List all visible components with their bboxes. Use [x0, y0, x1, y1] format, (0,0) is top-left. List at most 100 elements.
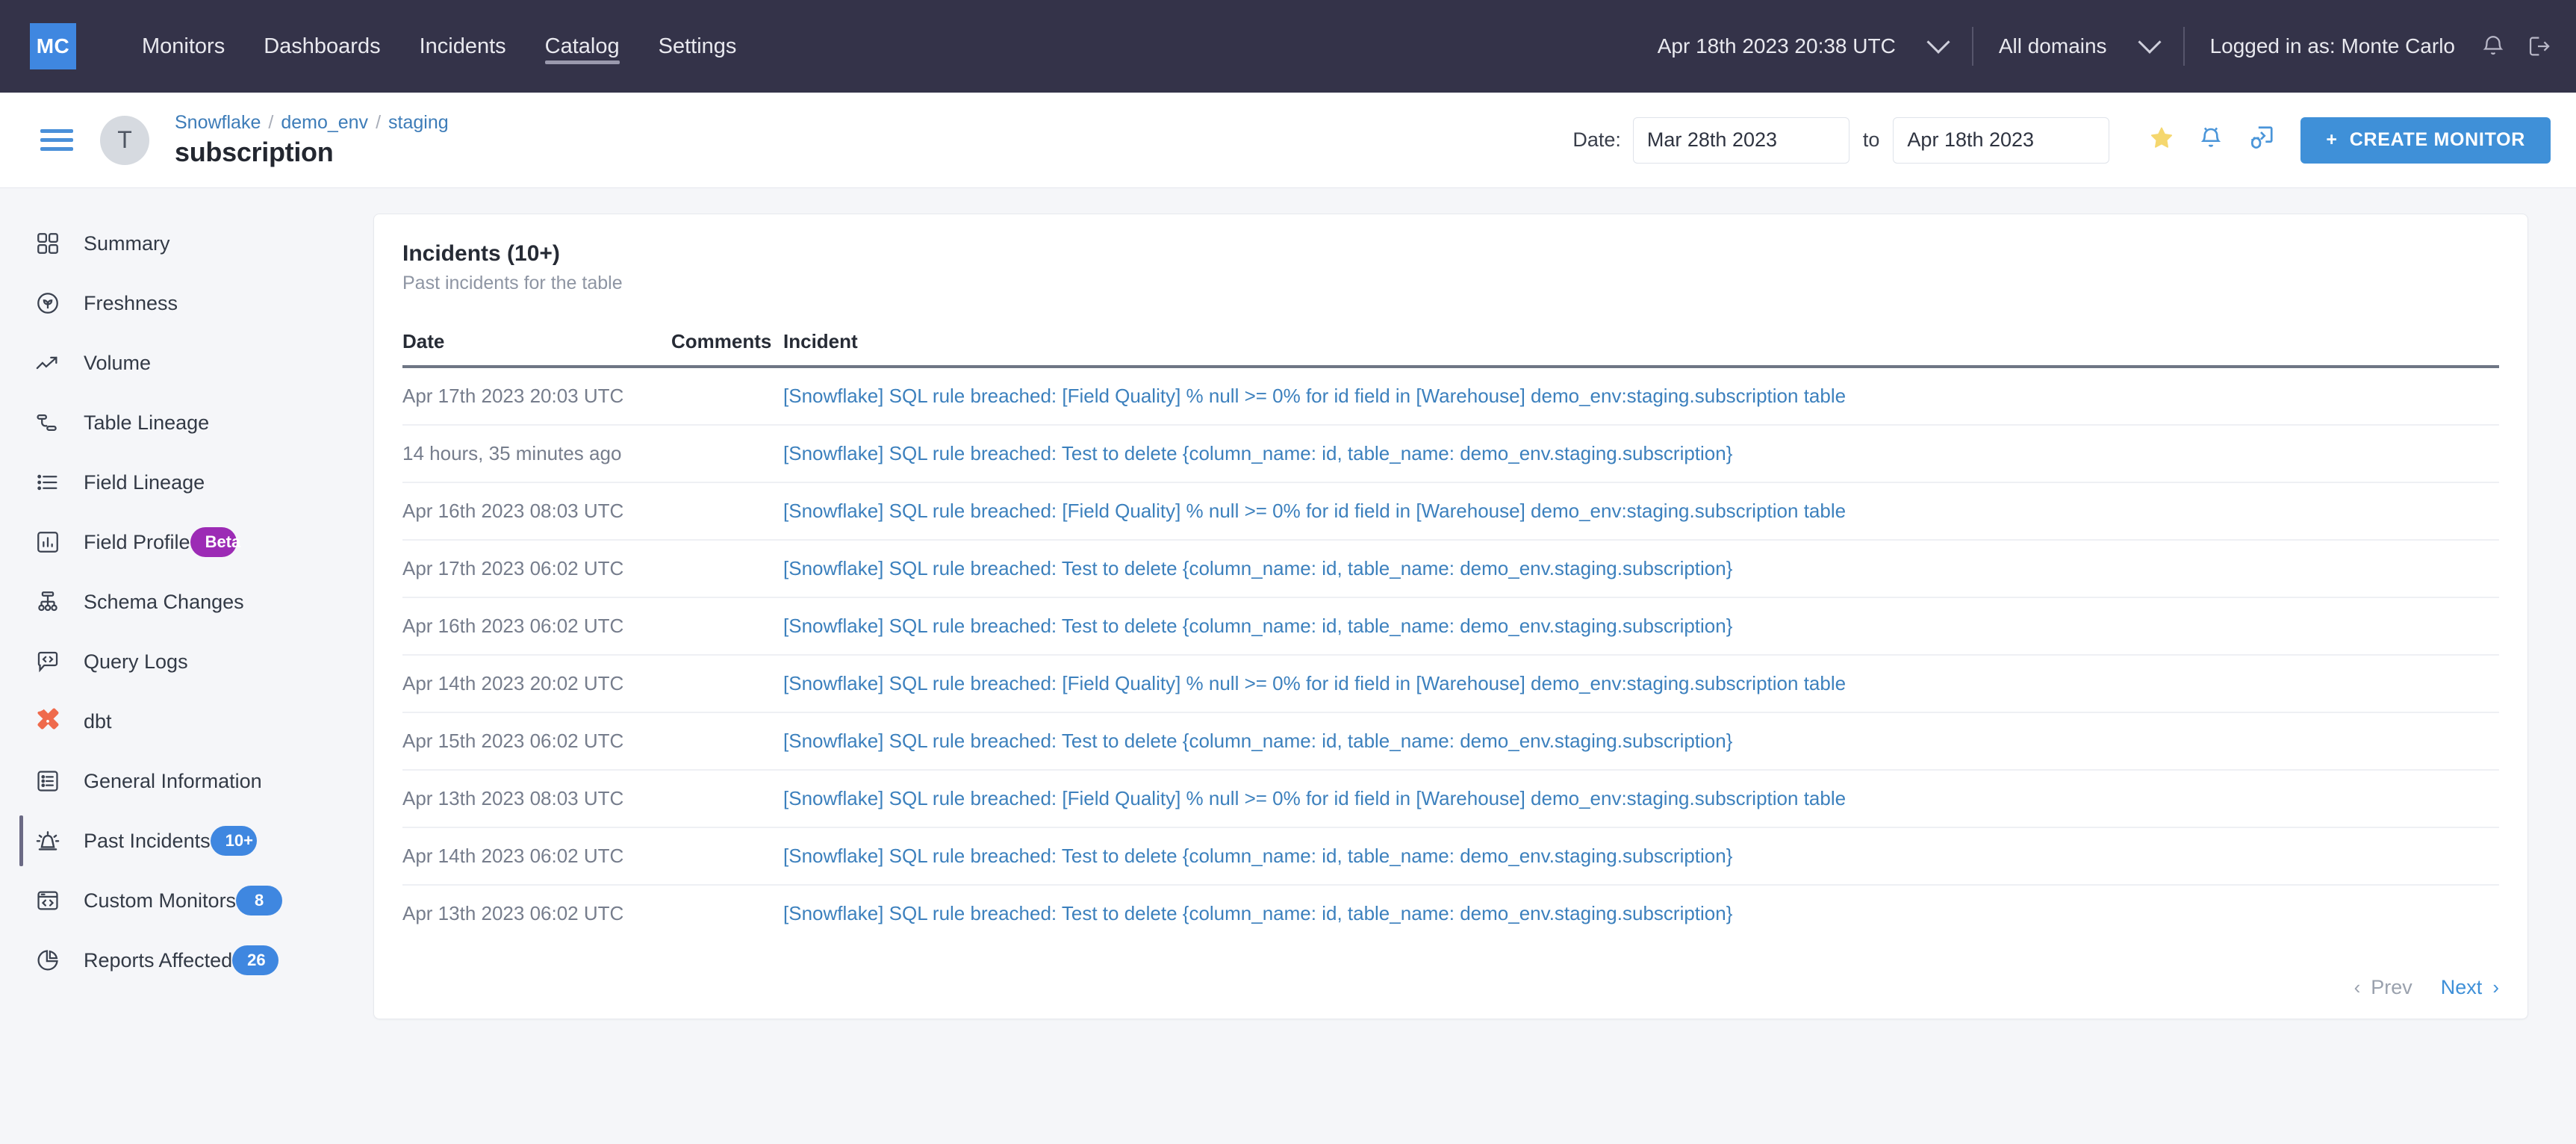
sidebar-item-summary[interactable]: Summary — [0, 214, 373, 273]
breadcrumb: Snowflake / demo_env / staging — [175, 112, 449, 134]
column-header-date[interactable]: Date — [402, 314, 671, 368]
incident-link[interactable]: [Snowflake] SQL rule breached: [Field Qu… — [783, 787, 1846, 809]
hamburger-menu-icon[interactable] — [40, 124, 73, 156]
sidebar-item-schema-changes[interactable]: Schema Changes — [0, 572, 373, 632]
nav-link-settings[interactable]: Settings — [639, 0, 756, 93]
table-row[interactable]: 14 hours, 35 minutes ago [Snowflake] SQL… — [402, 425, 2499, 483]
incident-link[interactable]: [Snowflake] SQL rule breached: Test to d… — [783, 730, 1732, 752]
sidebar-item-table-lineage[interactable]: Table Lineage — [0, 393, 373, 453]
breadcrumb-separator: / — [376, 112, 382, 133]
cell-incident[interactable]: [Snowflake] SQL rule breached: Test to d… — [783, 885, 2499, 942]
incident-link[interactable]: [Snowflake] SQL rule breached: Test to d… — [783, 442, 1732, 464]
breadcrumb-item-snowflake[interactable]: Snowflake — [175, 112, 261, 134]
sidebar-item-custom-monitors[interactable]: Custom Monitors 8 — [0, 871, 373, 930]
incident-link[interactable]: [Snowflake] SQL rule breached: [Field Qu… — [783, 385, 1846, 407]
incident-link[interactable]: [Snowflake] SQL rule breached: Test to d… — [783, 902, 1732, 924]
domain-selector[interactable]: All domains — [1999, 30, 2162, 58]
sidebar-item-general-information[interactable]: General Information — [0, 751, 373, 811]
bell-icon[interactable] — [2197, 125, 2224, 155]
cell-date: Apr 16th 2023 06:02 UTC — [402, 597, 671, 656]
table-row[interactable]: Apr 14th 2023 20:02 UTC [Snowflake] SQL … — [402, 655, 2499, 713]
incident-link[interactable]: [Snowflake] SQL rule breached: Test to d… — [783, 615, 1732, 637]
incident-link[interactable]: [Snowflake] SQL rule breached: [Field Qu… — [783, 500, 1846, 522]
cell-incident[interactable]: [Snowflake] SQL rule breached: [Field Qu… — [783, 655, 2499, 713]
table-lineage-icon — [31, 406, 64, 439]
sidebar-item-dbt[interactable]: dbt — [0, 691, 373, 751]
timestamp-label: Apr 18th 2023 20:38 UTC — [1657, 34, 1896, 57]
app-logo[interactable]: MC — [30, 23, 76, 69]
incidents-table: Date Comments Incident Apr 17th 2023 20:… — [402, 314, 2499, 942]
column-header-incident[interactable]: Incident — [783, 314, 2499, 368]
title-block: Snowflake / demo_env / staging subscript… — [175, 112, 449, 168]
bug-export-icon[interactable] — [2247, 124, 2275, 156]
table-row[interactable]: Apr 17th 2023 20:03 UTC [Snowflake] SQL … — [402, 367, 2499, 426]
sidebar-item-label: Query Logs — [84, 650, 188, 673]
table-row[interactable]: Apr 16th 2023 06:02 UTC [Snowflake] SQL … — [402, 597, 2499, 656]
table-row[interactable]: Apr 13th 2023 06:02 UTC [Snowflake] SQL … — [402, 885, 2499, 942]
card-header: Incidents (10+) Past incidents for the t… — [374, 214, 2527, 314]
sidebar-item-reports-affected[interactable]: Reports Affected 26 — [0, 930, 373, 990]
pagination-prev-button[interactable]: ‹ Prev — [2354, 976, 2412, 999]
cell-date: Apr 17th 2023 06:02 UTC — [402, 540, 671, 598]
sidebar-item-label: Field Profile — [84, 530, 190, 553]
chevron-left-icon: ‹ — [2353, 976, 2361, 998]
cell-comments — [671, 827, 783, 886]
cell-incident[interactable]: [Snowflake] SQL rule breached: Test to d… — [783, 540, 2499, 598]
chevron-down-icon — [1926, 30, 1950, 54]
nav-link-catalog[interactable]: Catalog — [526, 0, 639, 93]
status-badge-count: 10+ — [210, 826, 257, 856]
incident-link[interactable]: [Snowflake] SQL rule breached: [Field Qu… — [783, 672, 1846, 694]
table-header-row: Date Comments Incident — [402, 314, 2499, 368]
table-row[interactable]: Apr 17th 2023 06:02 UTC [Snowflake] SQL … — [402, 540, 2499, 598]
cell-incident[interactable]: [Snowflake] SQL rule breached: Test to d… — [783, 712, 2499, 771]
table-row[interactable]: Apr 14th 2023 06:02 UTC [Snowflake] SQL … — [402, 827, 2499, 886]
cell-date: Apr 15th 2023 06:02 UTC — [402, 712, 671, 771]
cell-incident[interactable]: [Snowflake] SQL rule breached: [Field Qu… — [783, 482, 2499, 541]
incident-link[interactable]: [Snowflake] SQL rule breached: Test to d… — [783, 557, 1732, 579]
incident-link[interactable]: [Snowflake] SQL rule breached: Test to d… — [783, 845, 1732, 867]
sidebar-item-field-profile[interactable]: Field Profile Beta — [0, 512, 373, 572]
pie-chart-icon — [31, 944, 64, 977]
cell-incident[interactable]: [Snowflake] SQL rule breached: Test to d… — [783, 827, 2499, 886]
sidebar-item-freshness[interactable]: Freshness — [0, 273, 373, 333]
breadcrumb-item-staging[interactable]: staging — [388, 112, 449, 134]
table-row[interactable]: Apr 16th 2023 08:03 UTC [Snowflake] SQL … — [402, 482, 2499, 541]
hamburger-bar — [40, 129, 73, 133]
nav-link-monitors[interactable]: Monitors — [122, 0, 244, 93]
cell-comments — [671, 885, 783, 942]
code-window-icon — [31, 884, 64, 917]
nav-link-incidents[interactable]: Incidents — [400, 0, 526, 93]
sidebar-item-past-incidents[interactable]: Past Incidents 10+ — [0, 811, 373, 871]
dbt-icon — [31, 705, 64, 738]
cell-incident[interactable]: [Snowflake] SQL rule breached: [Field Qu… — [783, 367, 2499, 426]
cell-comments — [671, 367, 783, 426]
sidebar-item-volume[interactable]: Volume — [0, 333, 373, 393]
sidebar-item-label: Field Lineage — [84, 470, 205, 494]
sidebar-item-field-lineage[interactable]: Field Lineage — [0, 453, 373, 512]
timestamp-selector[interactable]: Apr 18th 2023 20:38 UTC — [1657, 30, 1950, 58]
logout-icon[interactable] — [2525, 34, 2551, 59]
bell-icon[interactable] — [2480, 34, 2506, 59]
cell-incident[interactable]: [Snowflake] SQL rule breached: Test to d… — [783, 425, 2499, 483]
divider — [2183, 27, 2185, 66]
create-monitor-button[interactable]: + CREATE MONITOR — [2300, 116, 2551, 164]
table-row[interactable]: Apr 15th 2023 06:02 UTC [Snowflake] SQL … — [402, 712, 2499, 771]
date-from-input[interactable]: Mar 28th 2023 — [1632, 116, 1849, 164]
hierarchy-icon — [31, 585, 64, 618]
pagination-next-button[interactable]: Next › — [2441, 976, 2499, 999]
date-to-input[interactable]: Apr 18th 2023 — [1893, 116, 2110, 164]
sidebar-item-label: Past Incidents — [84, 829, 211, 852]
column-header-comments[interactable]: Comments — [671, 314, 783, 368]
cell-date: Apr 16th 2023 08:03 UTC — [402, 482, 671, 541]
cell-comments — [671, 655, 783, 713]
star-icon[interactable] — [2148, 125, 2175, 155]
breadcrumb-item-demo-env[interactable]: demo_env — [281, 112, 368, 134]
table-row[interactable]: Apr 13th 2023 08:03 UTC [Snowflake] SQL … — [402, 770, 2499, 828]
card-body: Date Comments Incident Apr 17th 2023 20:… — [374, 314, 2527, 957]
cell-incident[interactable]: [Snowflake] SQL rule breached: Test to d… — [783, 597, 2499, 656]
cell-incident[interactable]: [Snowflake] SQL rule breached: [Field Qu… — [783, 770, 2499, 828]
nav-link-dashboards[interactable]: Dashboards — [244, 0, 399, 93]
cell-date: Apr 17th 2023 20:03 UTC — [402, 367, 671, 426]
sidebar-item-label: Volume — [84, 351, 152, 374]
sidebar-item-query-logs[interactable]: Query Logs — [0, 632, 373, 691]
